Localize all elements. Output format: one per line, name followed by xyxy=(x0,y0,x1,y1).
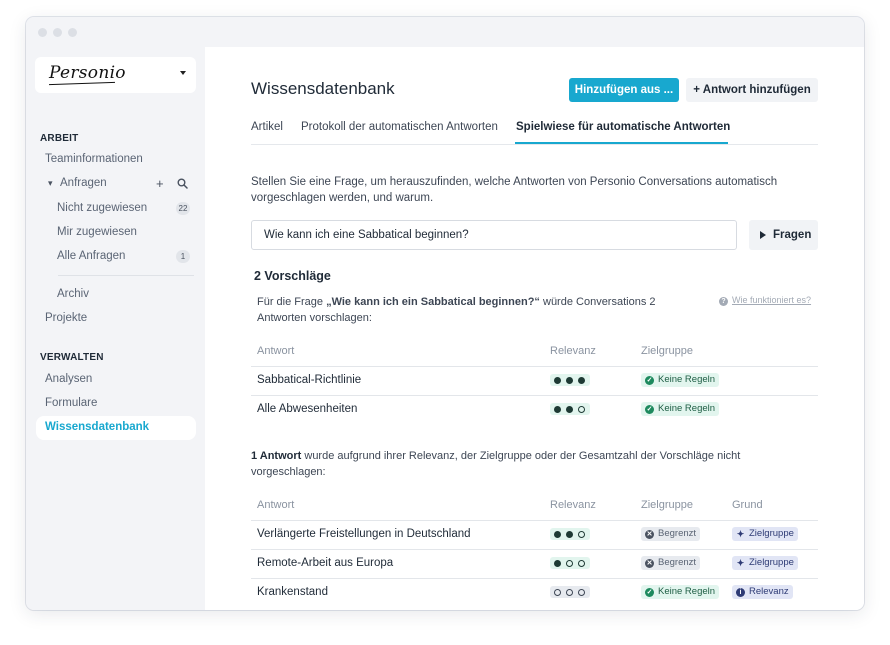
tab-auto-answer-log[interactable]: Protokoll der automatischen Antworten xyxy=(301,121,498,133)
chevron-down-icon[interactable] xyxy=(180,71,186,75)
window-minimize-dot[interactable] xyxy=(53,28,62,37)
playground-description: Stellen Sie eine Frage, um herauszufinde… xyxy=(251,176,778,204)
relevance-indicator xyxy=(550,557,590,569)
play-icon xyxy=(760,231,766,239)
sidebar-item-forms[interactable]: Formulare xyxy=(45,397,97,409)
table-row-answer[interactable]: Sabbatical-Richtlinie xyxy=(257,374,361,386)
table-row-answer[interactable]: Remote-Arbeit aus Europa xyxy=(257,557,393,569)
relevance-indicator xyxy=(550,403,590,415)
sidebar-item-unassigned[interactable]: Nicht zugewiesen xyxy=(57,202,147,214)
table-row-line xyxy=(251,549,818,550)
col-reason-header: Grund xyxy=(732,499,763,511)
active-tab-indicator xyxy=(515,142,728,144)
reason-tag: ✦ Zielgruppe xyxy=(732,556,798,570)
audience-tag: ✕ Begrenzt xyxy=(641,527,701,541)
sidebar-item-assigned-to-me[interactable]: Mir zugewiesen xyxy=(57,226,137,238)
ask-button-label: Fragen xyxy=(773,229,812,241)
ask-button[interactable]: Fragen xyxy=(749,220,818,250)
relevance-indicator xyxy=(550,528,590,540)
suggestions-heading: 2 Vorschläge xyxy=(254,269,331,283)
collapse-caret-icon[interactable]: ▾ xyxy=(48,178,53,189)
add-answer-button[interactable]: + Antwort hinzufügen xyxy=(686,78,818,102)
check-icon: ✓ xyxy=(645,404,654,414)
reason-tag: ✦ Zielgruppe xyxy=(732,527,798,541)
question-input[interactable]: Wie kann ich eine Sabbatical beginnen? xyxy=(251,220,737,250)
relevance-indicator xyxy=(550,586,590,598)
main-content: Wissensdatenbank Hinzufügen aus ... + An… xyxy=(205,47,864,610)
add-from-button[interactable]: Hinzufügen aus ... xyxy=(569,78,679,102)
app-window: Personio ARBEIT Teaminformationen ▾ Anfr… xyxy=(26,17,864,610)
tabs-divider xyxy=(251,144,818,145)
audience-tag: ✓ Keine Regeln xyxy=(641,402,720,416)
audience-tag: ✕ Begrenzt xyxy=(641,556,701,570)
table-row-answer[interactable]: Verlängerte Freistellungen in Deutschlan… xyxy=(257,528,471,540)
reason-tag: i Relevanz xyxy=(732,585,793,599)
all-requests-count-badge: 1 xyxy=(176,250,190,263)
table-row-answer[interactable]: Alle Abwesenheiten xyxy=(257,403,357,415)
x-circle-icon: ✕ xyxy=(645,529,654,539)
relevance-indicator xyxy=(550,374,590,386)
col-audience-header: Zielgruppe xyxy=(641,499,693,511)
note-text: wurde aufgrund ihrer Relevanz, der Zielg… xyxy=(251,450,741,478)
question-mark-icon: ? xyxy=(719,297,728,306)
table-row-line xyxy=(251,578,818,579)
tab-auto-answer-playground[interactable]: Spielwiese für automatische Antworten xyxy=(516,121,730,133)
sidebar-divider xyxy=(58,275,194,276)
col-audience-header: Zielgruppe xyxy=(641,345,693,357)
window-close-dot[interactable] xyxy=(38,28,47,37)
sidebar-item-analyses[interactable]: Analysen xyxy=(45,373,92,385)
suggestions-intro: Für die Frage „Wie kann ich ein Sabbatic… xyxy=(257,295,667,326)
sidebar-item-all-requests[interactable]: Alle Anfragen xyxy=(57,250,125,262)
section-title-work: ARBEIT xyxy=(40,133,79,144)
col-answer-header: Antwort xyxy=(257,345,295,357)
person-icon: ✦ xyxy=(736,528,745,539)
table-header-line xyxy=(251,366,818,367)
col-relevance-header: Relevanz xyxy=(550,345,596,357)
table-row-line xyxy=(251,395,818,396)
audience-tag: ✓ Keine Regeln xyxy=(641,585,720,599)
note-count: 1 Antwort xyxy=(251,450,302,462)
check-icon: ✓ xyxy=(645,375,654,385)
audience-tag: ✓ Keine Regeln xyxy=(641,373,720,387)
search-icon[interactable] xyxy=(177,178,188,189)
personio-logo: Personio xyxy=(49,63,126,83)
sidebar-item-knowledge-base[interactable]: Wissensdatenbank xyxy=(36,416,196,440)
col-answer-header: Antwort xyxy=(257,499,295,511)
table-header-line xyxy=(251,520,818,521)
sidebar-item-team-info[interactable]: Teaminformationen xyxy=(45,153,143,165)
sidebar-item-requests[interactable]: Anfragen xyxy=(60,177,107,189)
sidebar-item-archive[interactable]: Archiv xyxy=(57,288,89,300)
person-icon: ✦ xyxy=(736,557,745,568)
unassigned-count-badge: 22 xyxy=(176,202,190,215)
intro-prefix: Für die Frage xyxy=(257,296,327,308)
col-relevance-header: Relevanz xyxy=(550,499,596,511)
company-switcher[interactable]: Personio xyxy=(35,57,196,93)
help-link-label[interactable]: Wie funktioniert es? xyxy=(732,295,811,305)
page-title: Wissensdatenbank xyxy=(251,79,395,98)
sidebar-item-projects[interactable]: Projekte xyxy=(45,312,87,324)
intro-question: „Wie kann ich ein Sabbatical beginnen?“ xyxy=(326,296,540,308)
plus-icon[interactable]: + xyxy=(156,177,164,190)
not-suggested-note: 1 Antwort wurde aufgrund ihrer Relevanz,… xyxy=(251,449,771,480)
table-row-answer[interactable]: Krankenstand xyxy=(257,586,328,598)
sidebar: Personio ARBEIT Teaminformationen ▾ Anfr… xyxy=(26,47,205,610)
x-circle-icon: ✕ xyxy=(645,558,654,568)
help-link[interactable]: ? Wie funktioniert es? xyxy=(719,295,811,306)
tab-articles[interactable]: Artikel xyxy=(251,121,283,133)
check-icon: ✓ xyxy=(645,587,654,597)
info-icon: i xyxy=(736,587,745,597)
window-maximize-dot[interactable] xyxy=(68,28,77,37)
section-title-manage: VERWALTEN xyxy=(40,352,104,363)
window-titlebar xyxy=(26,17,864,47)
